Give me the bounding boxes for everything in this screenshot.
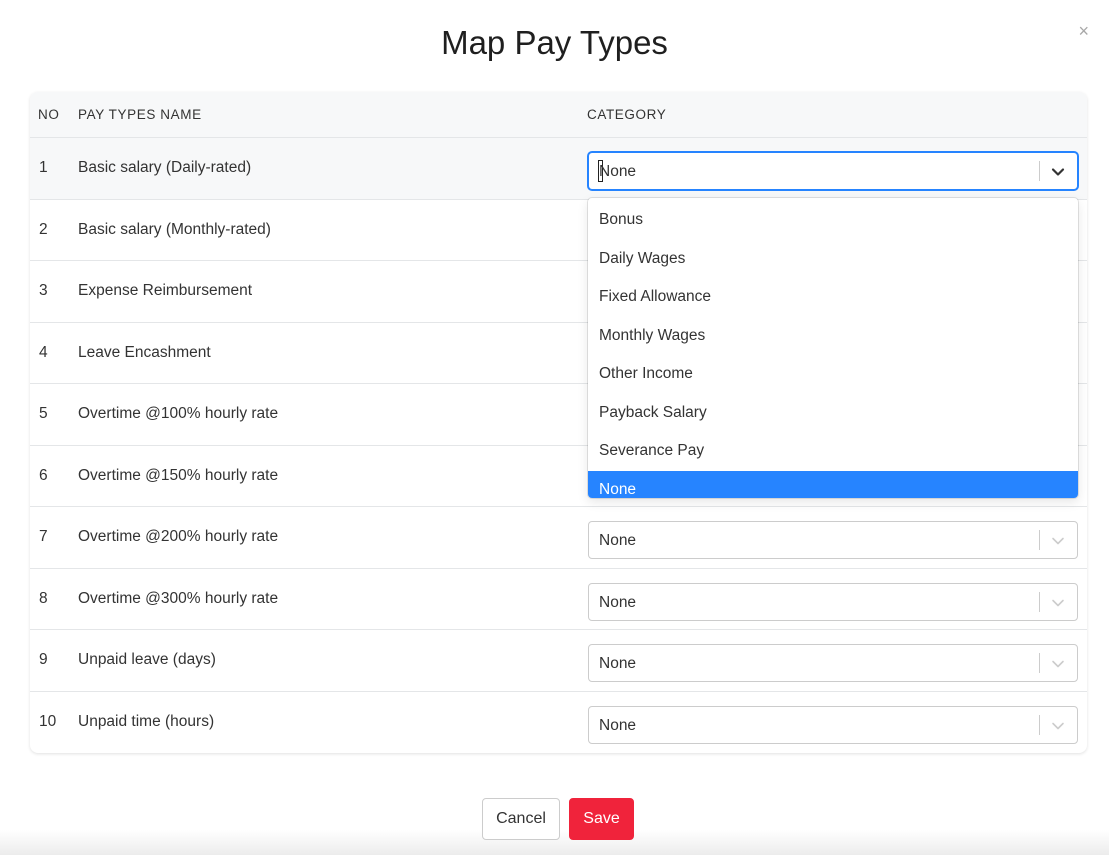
select-separator [1039, 161, 1040, 181]
table-row: 8 Overtime @300% hourly rate None [30, 569, 1087, 630]
category-select[interactable]: None [588, 582, 1078, 621]
chevron-down-icon[interactable] [1050, 533, 1066, 549]
category-select[interactable]: None [588, 644, 1078, 682]
table-row: 10 Unpaid time (hours) None [30, 692, 1087, 754]
row-number: 10 [39, 712, 57, 730]
pay-type-name: Overtime @100% hourly rate [78, 405, 279, 422]
pay-type-name: Expense Reimbursement [78, 282, 253, 299]
dropdown-option-daily-wages[interactable]: Daily Wages [588, 240, 1078, 279]
category-value: None [599, 655, 637, 672]
category-value: None [599, 593, 637, 611]
table-row: 1 Basic salary (Daily-rated) None [30, 138, 1087, 200]
chevron-down-icon[interactable] [1050, 164, 1066, 180]
category-select[interactable]: None [588, 705, 1078, 744]
select-separator [1039, 714, 1040, 735]
row-number: 3 [39, 282, 48, 299]
dropdown-option-fixed-allowance[interactable]: Fixed Allowance [588, 278, 1078, 317]
dropdown-option-bonus[interactable]: Bonus [588, 201, 1078, 240]
table-row: 9 Unpaid leave (days) None [30, 630, 1087, 692]
row-number: 8 [39, 589, 48, 607]
pay-type-name: Leave Encashment [78, 343, 211, 361]
select-separator [1039, 653, 1040, 673]
map-pay-types-modal: × Map Pay Types NO PAY TYPES NAME CATEGO… [0, 0, 1109, 855]
table-header: NO PAY TYPES NAME CATEGORY [30, 92, 1087, 138]
category-value: None [599, 716, 637, 734]
header-category: CATEGORY [587, 107, 667, 122]
pay-type-name: Unpaid leave (days) [78, 651, 216, 668]
dropdown-option-other-income[interactable]: Other Income [588, 355, 1078, 394]
row-number: 7 [39, 528, 48, 545]
header-pay-types-name: PAY TYPES NAME [78, 107, 202, 122]
pay-type-name: Overtime @150% hourly rate [78, 466, 279, 484]
pay-type-name: Basic salary (Monthly-rated) [78, 220, 271, 238]
row-number: 1 [39, 159, 48, 176]
pay-type-name: Unpaid time (hours) [78, 712, 215, 730]
modal-title: Map Pay Types [441, 24, 668, 61]
row-number: 6 [39, 466, 48, 484]
row-number: 9 [39, 651, 48, 668]
chevron-down-icon[interactable] [1050, 595, 1066, 611]
category-value: None [599, 163, 637, 180]
category-value: None [599, 532, 637, 549]
row-number: 5 [39, 405, 48, 422]
header-no: NO [38, 107, 60, 122]
row-number: 4 [39, 343, 48, 361]
dropdown-option-severance-pay[interactable]: Severance Pay [588, 432, 1078, 471]
category-select[interactable]: None [588, 152, 1078, 190]
chevron-down-icon[interactable] [1050, 718, 1066, 734]
category-select[interactable]: None [588, 521, 1078, 559]
cancel-button[interactable]: Cancel [482, 798, 560, 840]
save-button[interactable]: Save [569, 798, 634, 840]
row-number: 2 [39, 220, 48, 238]
pay-type-name: Basic salary (Daily-rated) [78, 159, 252, 176]
chevron-down-icon[interactable] [1050, 656, 1066, 672]
dropdown-option-none[interactable]: None [588, 470, 1078, 498]
select-separator [1039, 591, 1040, 612]
table-row: 7 Overtime @200% hourly rate None [30, 507, 1087, 569]
dropdown-option-monthly-wages[interactable]: Monthly Wages [588, 317, 1078, 356]
select-separator [1039, 530, 1040, 550]
pay-type-name: Overtime @200% hourly rate [78, 528, 279, 545]
pay-type-name: Overtime @300% hourly rate [78, 589, 279, 607]
dropdown-option-payback-salary[interactable]: Payback Salary [588, 394, 1078, 433]
category-dropdown-menu: Bonus Daily Wages Fixed Allowance Monthl… [588, 198, 1078, 498]
